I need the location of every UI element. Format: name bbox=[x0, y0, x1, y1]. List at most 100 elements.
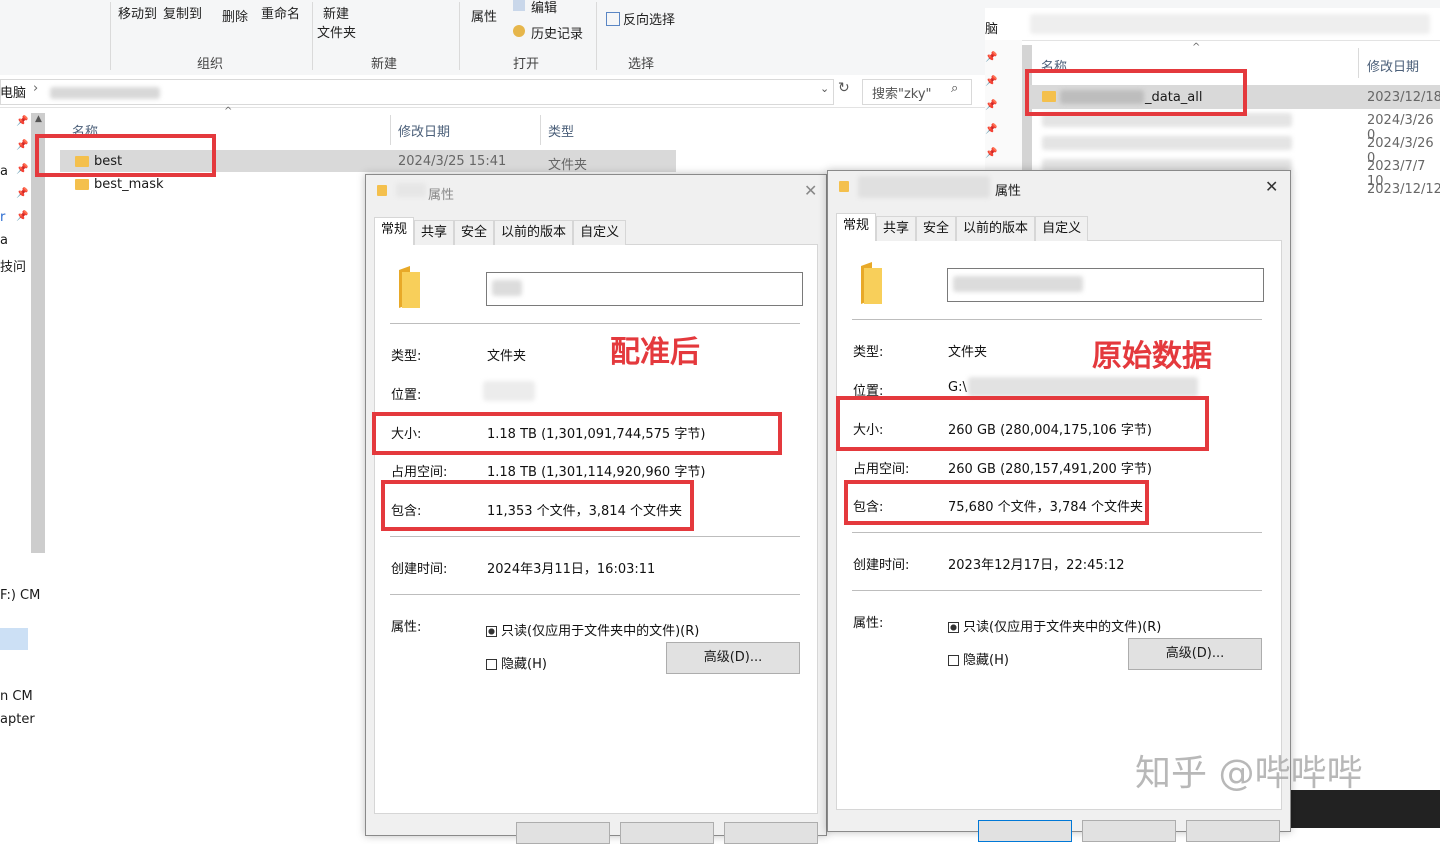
readonly-label: 只读(仅应用于文件夹中的文件)(R) bbox=[501, 624, 700, 639]
right-ribbon-strip bbox=[985, 0, 1440, 8]
apply-button[interactable] bbox=[724, 822, 818, 844]
checkbox-icon[interactable] bbox=[948, 655, 959, 666]
tab-sharing[interactable]: 共享 bbox=[414, 220, 455, 245]
dialog-title: 属性 bbox=[428, 188, 455, 203]
file-name[interactable]: best_mask bbox=[94, 177, 164, 192]
location-redacted bbox=[968, 377, 1198, 397]
pin-icon[interactable]: 📌 bbox=[985, 76, 997, 87]
divider bbox=[852, 590, 1262, 591]
search-placeholder: 搜索"zky" bbox=[872, 87, 932, 102]
tab-security[interactable]: 安全 bbox=[454, 220, 495, 245]
search-icon[interactable]: ⌕ bbox=[951, 81, 958, 96]
tab-security[interactable]: 安全 bbox=[916, 216, 957, 241]
nav-item[interactable]: 技问 bbox=[0, 256, 26, 275]
tab-previous-versions[interactable]: 以前的版本 bbox=[956, 216, 1036, 241]
pin-icon[interactable]: 📌 bbox=[16, 211, 28, 222]
new-folder-button-line1[interactable]: 新建 bbox=[323, 3, 349, 22]
highlight-box bbox=[836, 396, 1209, 451]
created-value: 2023年12月17日，22:45:12 bbox=[948, 558, 1125, 573]
pin-icon[interactable]: 📌 bbox=[16, 164, 28, 175]
dialog-title: 属性 bbox=[995, 184, 1022, 199]
close-icon[interactable]: ✕ bbox=[1265, 177, 1278, 196]
ok-button[interactable] bbox=[978, 820, 1072, 842]
breadcrumb-root[interactable]: 电脑 bbox=[0, 82, 26, 101]
scroll-up-icon[interactable]: ▲ bbox=[35, 114, 42, 124]
cancel-button[interactable] bbox=[1082, 820, 1176, 842]
apply-button[interactable] bbox=[1186, 820, 1280, 842]
tab-general[interactable]: 常规 bbox=[836, 213, 877, 241]
right-breadcrumb[interactable]: 脑 bbox=[985, 18, 998, 37]
pin-icon[interactable]: 📌 bbox=[985, 100, 997, 111]
nav-item[interactable]: a bbox=[0, 164, 8, 179]
pin-icon[interactable]: 📌 bbox=[16, 188, 28, 199]
refresh-icon[interactable]: ↻ bbox=[838, 80, 850, 96]
file-type: 文件夹 bbox=[548, 158, 588, 173]
edit-icon bbox=[513, 0, 525, 11]
nav-item[interactable]: r bbox=[0, 210, 5, 225]
column-header-type[interactable]: 类型 bbox=[548, 121, 574, 140]
rename-button[interactable]: 重命名 bbox=[261, 3, 300, 22]
right-column-header-modified[interactable]: 修改日期 bbox=[1367, 56, 1419, 75]
created-value: 2024年3月11日，16:03:11 bbox=[487, 562, 656, 577]
nav-item[interactable]: F:) CM bbox=[0, 588, 40, 603]
breadcrumb-chevron-icon: › bbox=[33, 81, 39, 96]
folder-icon bbox=[75, 179, 89, 190]
move-to-button[interactable]: 移动到 bbox=[118, 3, 157, 22]
properties-button[interactable]: 属性 bbox=[471, 6, 497, 25]
invert-select-button[interactable]: 反向选择 bbox=[623, 9, 675, 28]
group-label-new: 新建 bbox=[370, 57, 397, 72]
column-divider[interactable] bbox=[1358, 48, 1359, 78]
advanced-button[interactable]: 高级(D)... bbox=[1128, 638, 1262, 670]
ribbon-divider bbox=[110, 2, 111, 70]
checkbox-icon[interactable] bbox=[486, 626, 497, 637]
checkbox-icon[interactable] bbox=[948, 622, 959, 633]
pin-icon[interactable]: 📌 bbox=[985, 148, 997, 159]
size-on-disk-label: 占用空间: bbox=[391, 465, 448, 480]
pin-icon[interactable]: 📌 bbox=[985, 52, 997, 63]
column-header-modified[interactable]: 修改日期 bbox=[398, 121, 450, 140]
tab-strip: 常规 共享 安全 以前的版本 自定义 bbox=[374, 217, 627, 245]
nav-item[interactable]: n CM bbox=[0, 689, 33, 704]
created-label: 创建时间: bbox=[391, 562, 448, 577]
ok-button[interactable] bbox=[516, 822, 610, 844]
divider bbox=[390, 536, 800, 537]
nav-item-selected[interactable] bbox=[0, 628, 28, 650]
hidden-checkbox[interactable]: 隐藏(H) bbox=[486, 653, 547, 672]
tab-previous-versions[interactable]: 以前的版本 bbox=[494, 220, 574, 245]
right-path-redacted bbox=[1030, 14, 1430, 34]
created-label: 创建时间: bbox=[853, 558, 910, 573]
tab-sharing[interactable]: 共享 bbox=[876, 216, 917, 241]
ribbon-divider bbox=[596, 2, 597, 70]
advanced-button[interactable]: 高级(D)... bbox=[666, 642, 800, 674]
column-divider[interactable] bbox=[390, 115, 391, 145]
readonly-checkbox[interactable]: 只读(仅应用于文件夹中的文件)(R) bbox=[948, 616, 1161, 635]
checkbox-icon[interactable] bbox=[486, 659, 497, 670]
readonly-checkbox[interactable]: 只读(仅应用于文件夹中的文件)(R) bbox=[486, 620, 699, 639]
history-icon bbox=[513, 25, 525, 37]
pin-icon[interactable]: 📌 bbox=[16, 140, 28, 151]
tab-general[interactable]: 常规 bbox=[374, 217, 415, 245]
delete-button[interactable]: 删除 bbox=[222, 6, 248, 25]
close-icon[interactable]: ✕ bbox=[804, 181, 817, 200]
folder-large-icon bbox=[861, 262, 882, 304]
tab-customize[interactable]: 自定义 bbox=[1035, 216, 1089, 241]
column-divider[interactable] bbox=[540, 115, 541, 145]
divider bbox=[390, 594, 800, 595]
ribbon-divider bbox=[459, 2, 460, 70]
hidden-checkbox[interactable]: 隐藏(H) bbox=[948, 649, 1009, 668]
cancel-button[interactable] bbox=[620, 822, 714, 844]
nav-scrollbar[interactable] bbox=[31, 113, 45, 553]
copy-to-button[interactable]: 复制到 bbox=[163, 3, 202, 22]
folder-name-redacted bbox=[492, 280, 522, 296]
edit-button[interactable]: 编辑 bbox=[531, 0, 557, 16]
nav-item[interactable]: a bbox=[0, 233, 8, 248]
folder-name-input[interactable] bbox=[486, 272, 803, 306]
nav-item[interactable]: apter bbox=[0, 712, 35, 727]
dropdown-chevron-icon[interactable]: ⌄ bbox=[820, 82, 829, 95]
file-row-redacted bbox=[1042, 136, 1292, 150]
history-button[interactable]: 历史记录 bbox=[531, 23, 583, 42]
new-folder-button-line2[interactable]: 文件夹 bbox=[317, 22, 356, 41]
pin-icon[interactable]: 📌 bbox=[16, 116, 28, 127]
tab-customize[interactable]: 自定义 bbox=[573, 220, 627, 245]
pin-icon[interactable]: 📌 bbox=[985, 124, 997, 135]
